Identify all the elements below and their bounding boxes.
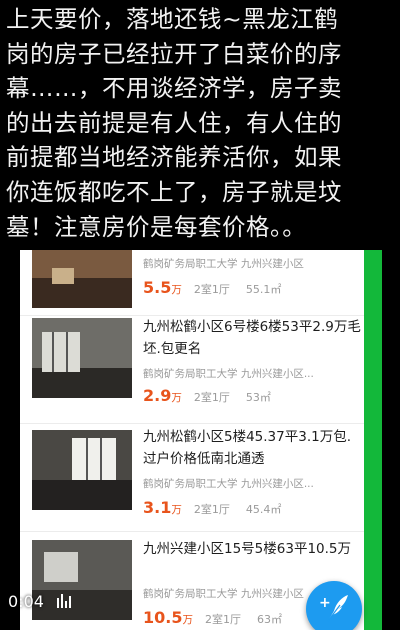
listing-meta: 鹤岗矿务局职工大学 九州兴建小区	[143, 588, 304, 600]
listing-price-row: 5.5万 2室1厅 55.1㎡	[143, 278, 281, 297]
post-line: 你连饭都吃不上了，房子就是坟	[6, 177, 342, 206]
listing-area: 55.1㎡	[245, 283, 282, 296]
listing-price-unit: 万	[171, 392, 182, 404]
listing-price: 2.9	[143, 386, 172, 405]
listing-layout: 2室1厅	[193, 391, 230, 404]
listing-price: 3.1	[143, 498, 172, 517]
listing-layout: 2室1厅	[204, 613, 241, 626]
listing-thumbnail	[32, 430, 132, 510]
listing-thumbnail	[32, 318, 132, 398]
compose-button[interactable]: +	[306, 581, 362, 630]
listing-price: 5.5	[143, 278, 172, 297]
post-text: 上天要价，落地还钱~黑龙江鹤 岗的房子已经拉开了白菜价的序 幕……，不用谈经济学…	[6, 2, 394, 244]
listing-meta: 鹤岗矿务局职工大学 九州兴建小区...	[143, 478, 314, 490]
post-line: 的出去前提是有人住，有人住的	[6, 108, 342, 137]
volume-bars-icon	[57, 593, 73, 612]
listing-title[interactable]: 九州兴建小区15号5楼63平10.5万	[143, 538, 363, 560]
post-line: 上天要价，落地还钱~黑龙江鹤	[6, 5, 339, 33]
listing-thumbnail	[32, 250, 132, 308]
listing-price-row: 2.9万 2室1厅 53㎡	[143, 386, 271, 405]
post-line: 墓！注意房价是每套价格。。	[6, 212, 307, 241]
listing-title[interactable]: 九州松鹤小区6号楼6楼53平2.9万毛坯.包更名	[143, 316, 363, 360]
listing-meta: 鹤岗矿务局职工大学 九州兴建小区	[143, 258, 304, 270]
video-timestamp: 0:04	[8, 592, 44, 611]
list-item[interactable]: 九州松鹤小区6号楼6楼53平2.9万毛坯.包更名 鹤岗矿务局职工大学 九州兴建小…	[20, 316, 364, 424]
listing-price-unit: 万	[171, 284, 182, 296]
listing-layout: 2室1厅	[193, 503, 230, 516]
listing-area: 63㎡	[256, 613, 282, 626]
listing-price-unit: 万	[171, 504, 182, 516]
listing-meta: 鹤岗矿务局职工大学 九州兴建小区...	[143, 368, 314, 380]
post-line: 前提都当地经济能养活你，如果	[6, 143, 342, 172]
listing-title[interactable]: 九州松鹤小区5楼45.37平3.1万包.过户价格低南北通透	[143, 426, 363, 470]
video-timestamp-overlay: 0:04	[8, 592, 73, 612]
listing-layout: 2室1厅	[193, 283, 230, 296]
listing-price-row: 10.5万 2室1厅 63㎡	[143, 608, 282, 627]
list-item[interactable]: 鹤岗矿务局职工大学 九州兴建小区 5.5万 2室1厅 55.1㎡	[20, 250, 364, 316]
post-line: 幕……，不用谈经济学，房子卖	[6, 74, 342, 103]
post-line: 岗的房子已经拉开了白菜价的序	[6, 39, 342, 68]
listing-area: 45.4㎡	[245, 503, 282, 516]
embedded-listing-screenshot[interactable]: 鹤岗矿务局职工大学 九州兴建小区 5.5万 2室1厅 55.1㎡ 九州松鹤小区6号楼…	[20, 250, 382, 630]
listing-price: 10.5	[143, 608, 183, 627]
listing-price-row: 3.1万 2室1厅 45.4㎡	[143, 498, 281, 517]
green-scroll-bar	[364, 250, 382, 630]
listing-price-unit: 万	[182, 614, 193, 626]
list-item[interactable]: 九州松鹤小区5楼45.37平3.1万包.过户价格低南北通透 鹤岗矿务局职工大学 …	[20, 424, 364, 532]
compose-feather-icon	[327, 595, 348, 622]
listing-area: 53㎡	[245, 391, 271, 404]
